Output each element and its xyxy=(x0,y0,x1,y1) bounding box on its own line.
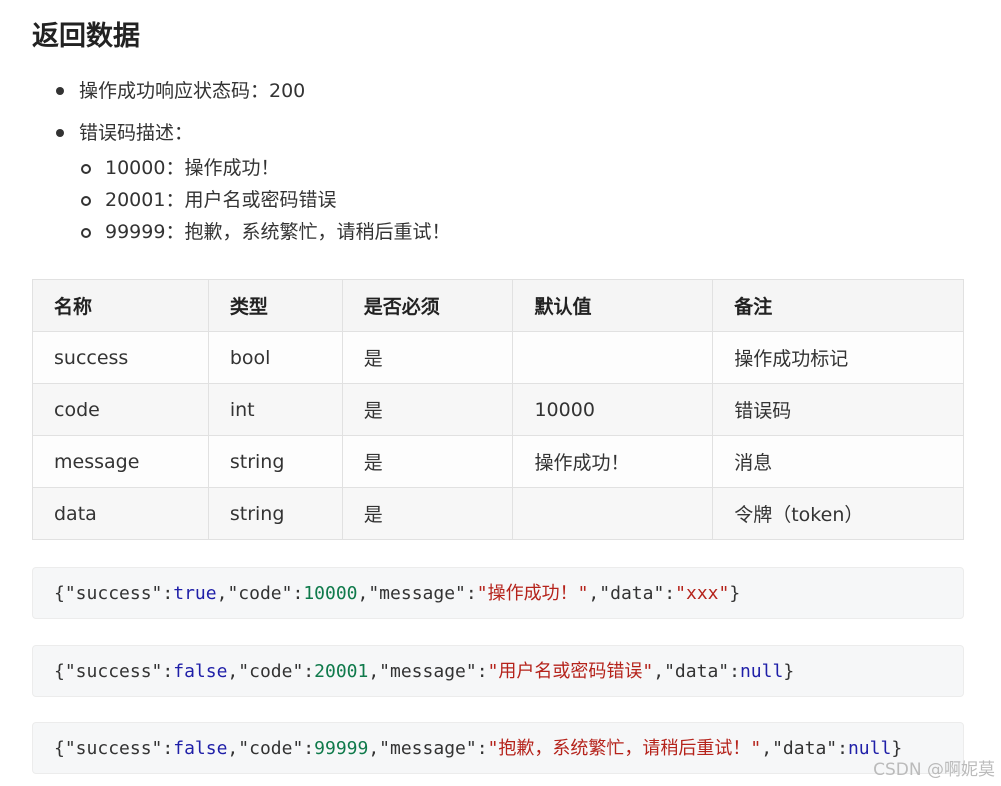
header-required: 是否必须 xyxy=(341,279,514,332)
header-type: 类型 xyxy=(207,279,343,332)
code-token: : xyxy=(476,738,488,759)
page-title: 返回数据 xyxy=(32,21,140,52)
table-cell: data xyxy=(32,487,209,540)
code-token: : xyxy=(162,661,174,682)
code-token: : xyxy=(729,661,740,682)
code-token: , xyxy=(761,738,773,759)
code-token: "data" xyxy=(599,583,665,604)
code-token: "success" xyxy=(64,583,163,604)
code-token: "操作成功！" xyxy=(476,583,589,604)
table-cell xyxy=(512,487,714,540)
code-token: "success" xyxy=(64,738,163,759)
table-row: data string 是 令牌（token） xyxy=(32,487,964,540)
table-cell: 是 xyxy=(341,331,514,384)
code-token: } xyxy=(729,583,741,604)
code-token: , xyxy=(588,583,600,604)
table-row: success bool 是 操作成功标记 xyxy=(32,331,964,384)
code-block-success: {"success":true,"code":10000,"message":"… xyxy=(32,567,964,619)
fields-table: 名称 类型 是否必须 默认值 备注 success bool 是 操作成功标记 … xyxy=(32,279,964,540)
code-token: } xyxy=(783,661,795,682)
code-token: "data" xyxy=(772,738,838,759)
code-token: "success" xyxy=(64,661,163,682)
table-cell: message xyxy=(32,435,209,488)
code-token: null xyxy=(739,661,784,682)
table-cell: success xyxy=(32,331,209,384)
table-cell: code xyxy=(32,383,209,436)
table-cell: 操作成功！ xyxy=(512,435,714,488)
table-cell: int xyxy=(207,383,343,436)
status-text: 操作成功响应状态码：200 xyxy=(79,80,306,102)
code-token: "用户名或密码错误" xyxy=(487,661,654,682)
table-cell xyxy=(512,331,714,384)
code-token: , xyxy=(227,738,239,759)
code-token: "抱歉，系统繁忙，请稍后重试！" xyxy=(487,738,762,759)
table-cell: 错误码 xyxy=(712,383,964,436)
code-block-busy-error: {"success":false,"code":99999,"message":… xyxy=(32,722,964,774)
code-token: , xyxy=(368,738,380,759)
table-cell: bool xyxy=(207,331,343,384)
code-token: { xyxy=(54,583,65,604)
code-token: "code" xyxy=(238,738,304,759)
code-token: , xyxy=(357,583,369,604)
code-token: : xyxy=(162,583,174,604)
code-token: : xyxy=(664,583,676,604)
table-cell: 10000 xyxy=(512,383,714,436)
code-token: "xxx" xyxy=(675,583,730,604)
code-token: , xyxy=(227,661,239,682)
list-item-status: 操作成功响应状态码：200 xyxy=(52,74,450,108)
response-bullets: 操作成功响应状态码：200 错误码描述： 10000：操作成功！ 20001：用… xyxy=(52,74,450,256)
code-token: "code" xyxy=(227,583,293,604)
code-token: "data" xyxy=(664,661,730,682)
table-cell: 令牌（token） xyxy=(712,487,964,540)
error-code-list: 10000：操作成功！ 20001：用户名或密码错误 99999：抱歉，系统繁忙… xyxy=(79,152,450,248)
code-token: { xyxy=(54,661,65,682)
code-token: : xyxy=(292,583,304,604)
error-code-item: 20001：用户名或密码错误 xyxy=(79,184,450,216)
code-token: , xyxy=(653,661,665,682)
code-token: , xyxy=(368,661,380,682)
code-token: : xyxy=(303,661,315,682)
code-token: { xyxy=(54,738,65,759)
error-desc-text: 错误码描述： xyxy=(79,122,194,144)
code-token: "message" xyxy=(368,583,466,604)
error-code-item: 99999：抱歉，系统繁忙，请稍后重试！ xyxy=(79,216,450,248)
code-token: "message" xyxy=(379,661,477,682)
code-token: : xyxy=(303,738,315,759)
csdn-watermark: CSDN @啊妮莫 xyxy=(873,760,995,780)
table-cell: 操作成功标记 xyxy=(712,331,964,384)
table-header-row: 名称 类型 是否必须 默认值 备注 xyxy=(32,279,964,332)
code-token: 10000 xyxy=(303,583,358,604)
table-cell: 是 xyxy=(341,487,514,540)
code-token: "message" xyxy=(379,738,477,759)
code-token: , xyxy=(216,583,228,604)
code-block-login-error: {"success":false,"code":20001,"message":… xyxy=(32,645,964,697)
table-cell: 是 xyxy=(341,435,514,488)
table-cell: 消息 xyxy=(712,435,964,488)
header-name: 名称 xyxy=(32,279,209,332)
error-code-item: 10000：操作成功！ xyxy=(79,152,450,184)
table-row: message string 是 操作成功！ 消息 xyxy=(32,435,964,488)
table-cell: 是 xyxy=(341,383,514,436)
code-token: : xyxy=(162,738,174,759)
header-default: 默认值 xyxy=(512,279,714,332)
table-cell: string xyxy=(207,435,343,488)
code-token: "code" xyxy=(238,661,304,682)
code-token: : xyxy=(476,661,488,682)
table-cell: string xyxy=(207,487,343,540)
code-token: : xyxy=(837,738,848,759)
header-remark: 备注 xyxy=(712,279,964,332)
code-token: false xyxy=(173,661,228,682)
code-token: false xyxy=(173,738,228,759)
code-token: : xyxy=(465,583,477,604)
table-row: code int 是 10000 错误码 xyxy=(32,383,964,436)
code-token: 20001 xyxy=(314,661,369,682)
code-token: 99999 xyxy=(314,738,369,759)
list-item-error-desc: 错误码描述： 10000：操作成功！ 20001：用户名或密码错误 99999：… xyxy=(52,116,450,248)
code-token: true xyxy=(173,583,217,604)
